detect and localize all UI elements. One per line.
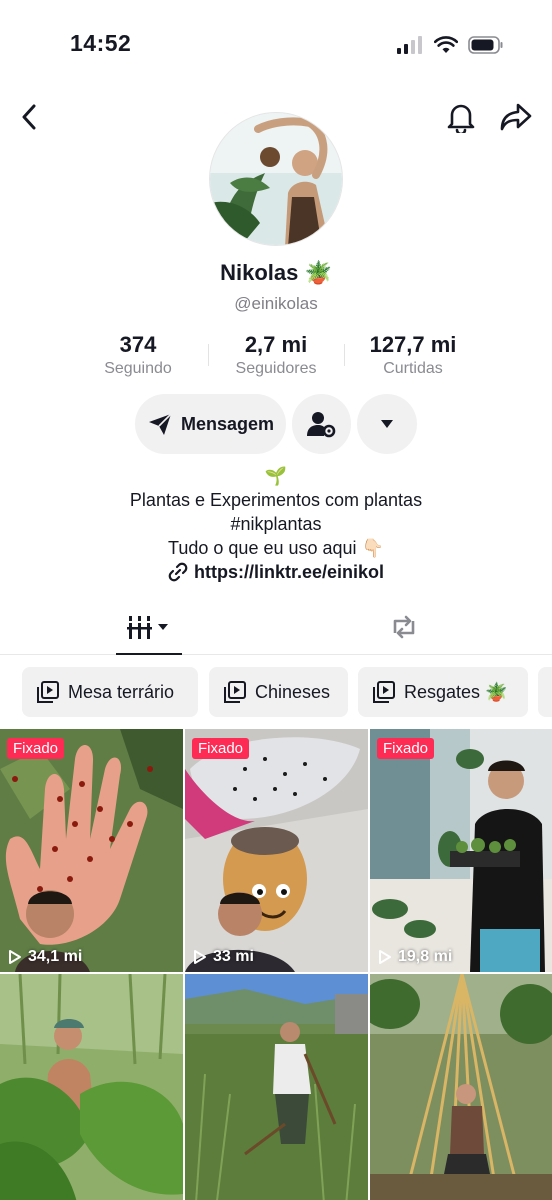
send-icon (148, 413, 172, 435)
video-thumbnail[interactable] (185, 974, 368, 1200)
video-thumbnail-image (0, 729, 183, 972)
profile-handle: @einikolas (234, 294, 318, 313)
video-thumbnail-image (0, 974, 183, 1200)
video-views: 33 mi (193, 948, 254, 966)
bio-line: Tudo o que eu uso aqui 👇🏻 (168, 538, 384, 558)
video-views-count: 34,1 mi (28, 948, 83, 965)
video-thumbnail-image (370, 974, 552, 1200)
more-options-button[interactable] (357, 394, 417, 454)
video-thumbnail-image (185, 974, 368, 1200)
video-thumbnail-image (185, 729, 368, 972)
share-arrow-icon (500, 103, 532, 131)
playlist-chip[interactable]: Chineses (209, 667, 348, 717)
bio-hashtag[interactable]: #nikplantas (0, 512, 552, 536)
profile-tabs (0, 600, 552, 655)
profile-name: Nikolas 🪴 (0, 260, 552, 286)
avatar-image (210, 113, 342, 245)
play-outline-icon (9, 950, 21, 964)
battery-icon (468, 36, 503, 54)
bio-link[interactable]: https://linktr.ee/einikol (0, 560, 552, 584)
playlist-chip-label: Chineses (255, 681, 331, 702)
video-thumbnail[interactable]: Fixado 33 mi (185, 729, 368, 972)
stat-following[interactable]: 374 Seguindo (68, 332, 208, 378)
stat-followers[interactable]: 2,7 mi Seguidores (206, 332, 346, 378)
playlist-icon (373, 681, 395, 703)
bio-link-text: https://linktr.ee/einikol (193, 562, 385, 582)
link-icon (168, 562, 188, 582)
play-outline-icon (194, 950, 206, 964)
profile-bio: 🌱 Plantas e Experimentos com plantas #ni… (0, 464, 552, 584)
video-views: 19,8 mi (378, 948, 452, 966)
bio-emoji: 🌱 (264, 466, 288, 486)
stat-followers-value: 2,7 mi (244, 332, 308, 357)
tab-reposts[interactable] (384, 610, 424, 644)
notifications-button[interactable] (443, 97, 479, 137)
video-thumbnail-image (370, 729, 552, 972)
profile-stats: 374 Seguindo 2,7 mi Seguidores 127,7 mi … (0, 332, 552, 382)
profile-name-text: Nikolas (220, 260, 299, 285)
tab-videos[interactable] (116, 610, 182, 644)
status-icons (396, 36, 504, 54)
message-button[interactable]: Mensagem (135, 394, 286, 454)
video-thumbnail[interactable] (0, 974, 183, 1200)
message-button-label: Mensagem (180, 413, 275, 434)
share-button[interactable] (496, 97, 536, 137)
stat-following-label: Seguindo (104, 360, 172, 377)
videos-grid-icon (127, 616, 168, 639)
stat-followers-label: Seguidores (235, 360, 317, 377)
playlist-chip[interactable] (538, 667, 552, 717)
playlist-chip[interactable]: Resgates 🪴 (358, 667, 528, 717)
playlist-icon (37, 681, 59, 703)
pinned-badge: Fixado (7, 738, 65, 759)
caret-down-icon (381, 420, 393, 428)
bell-icon (447, 104, 475, 133)
reposts-icon (393, 615, 415, 639)
video-thumbnail[interactable]: Fixado 19,8 mi (370, 729, 552, 972)
status-bar: 14:52 (0, 0, 552, 90)
playlist-chip-label: Mesa terrário (68, 681, 175, 702)
profile-actions: Mensagem (0, 394, 552, 454)
tab-active-indicator (116, 653, 182, 655)
video-grid: Fixado 34,1 mi Fixado 33 mi Fixado 19,8 … (0, 729, 552, 1200)
bio-line: Plantas e Experimentos com plantas (129, 490, 423, 510)
stat-likes-label: Curtidas (383, 360, 443, 377)
cellular-signal-icon (397, 36, 422, 54)
video-views: 34,1 mi (8, 948, 82, 966)
user-settings-icon (306, 412, 335, 438)
stat-likes[interactable]: 127,7 mi Curtidas (343, 332, 483, 378)
pinned-badge: Fixado (192, 738, 250, 759)
wifi-icon (434, 36, 458, 53)
playlist-chip-label: Resgates 🪴 (404, 681, 508, 702)
video-thumbnail[interactable]: Fixado 34,1 mi (0, 729, 183, 972)
playlist-icon (224, 681, 246, 703)
video-thumbnail[interactable] (370, 974, 552, 1200)
video-views-count: 33 mi (213, 948, 254, 965)
follow-settings-button[interactable] (292, 394, 351, 454)
status-time: 14:52 (70, 30, 132, 56)
video-views-count: 19,8 mi (398, 948, 453, 965)
playlists-row: Mesa terrário Chineses Resgates 🪴 (22, 667, 552, 717)
back-button[interactable] (14, 97, 44, 137)
avatar[interactable] (209, 112, 343, 246)
profile-name-emoji: 🪴 (304, 260, 332, 285)
chevron-left-icon (22, 104, 36, 130)
play-outline-icon (379, 950, 391, 964)
pinned-badge: Fixado (377, 738, 435, 759)
stat-following-value: 374 (119, 332, 157, 357)
stat-likes-value: 127,7 mi (369, 332, 457, 357)
playlist-chip[interactable]: Mesa terrário (22, 667, 198, 717)
